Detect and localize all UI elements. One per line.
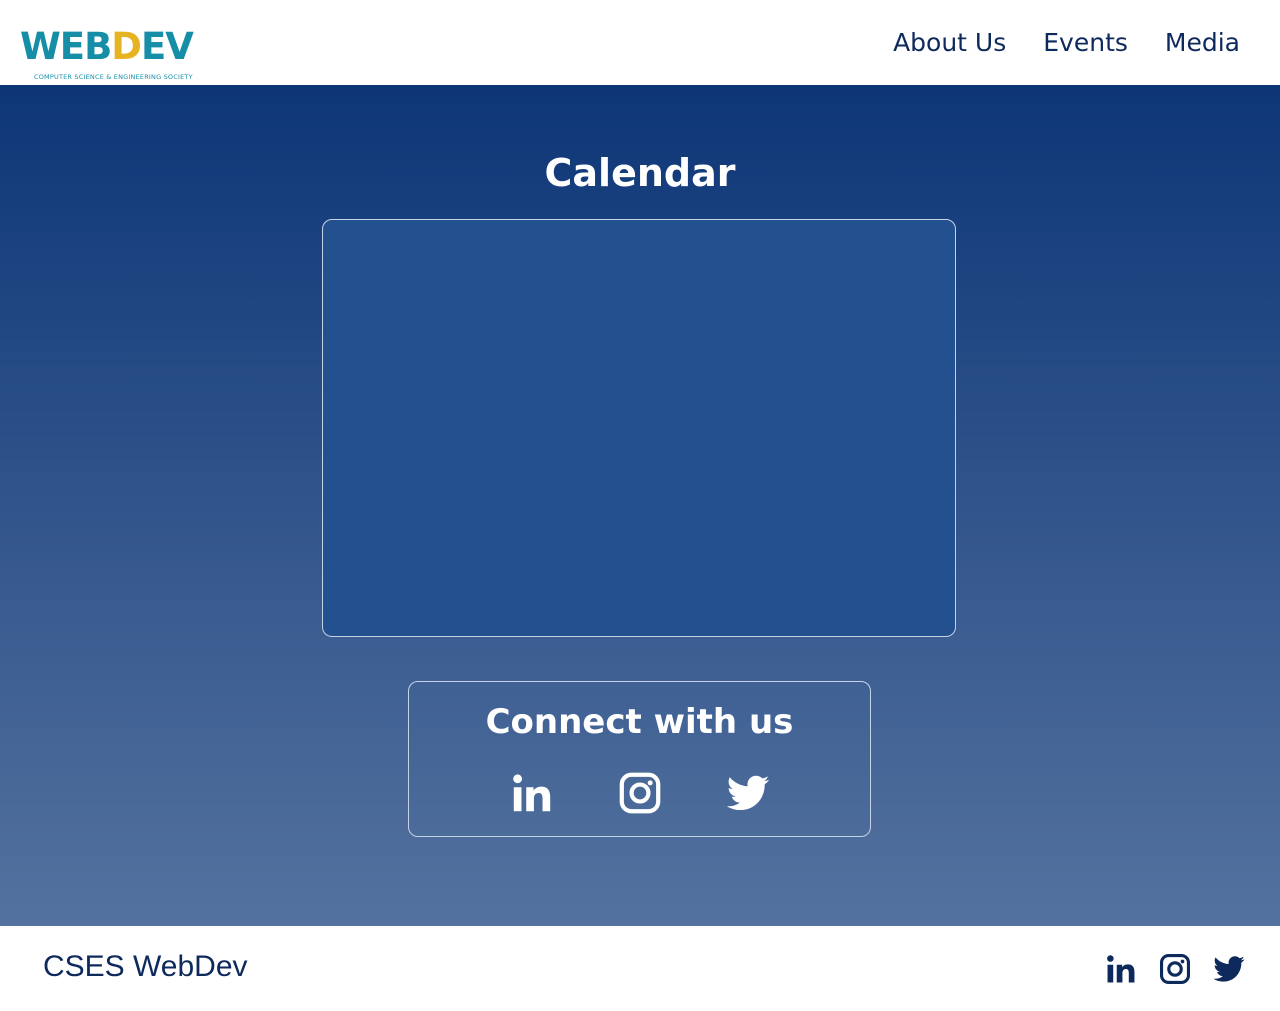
instagram-icon[interactable] bbox=[1158, 952, 1192, 986]
footer-brand: CSES WebDev bbox=[43, 950, 248, 983]
logo-wordmark: WEBDEV bbox=[20, 24, 194, 68]
twitter-icon[interactable] bbox=[1212, 952, 1246, 986]
calendar-embed[interactable] bbox=[322, 219, 956, 637]
connect-card: Connect with us bbox=[408, 681, 871, 837]
connect-social-links bbox=[409, 770, 870, 816]
site-header: WEBDEV COMPUTER SCIENCE & ENGINEERING SO… bbox=[0, 0, 1280, 85]
logo-tagline: COMPUTER SCIENCE & ENGINEERING SOCIETY bbox=[34, 72, 193, 81]
footer-social-links bbox=[1104, 952, 1246, 986]
nav-events[interactable]: Events bbox=[1043, 28, 1128, 57]
main-content: Calendar Connect with us bbox=[0, 85, 1280, 926]
webdev-logo[interactable]: WEBDEV COMPUTER SCIENCE & ENGINEERING SO… bbox=[20, 18, 220, 81]
linkedin-icon[interactable] bbox=[1104, 952, 1138, 986]
nav-media[interactable]: Media bbox=[1165, 28, 1240, 57]
instagram-icon[interactable] bbox=[617, 770, 663, 816]
calendar-title: Calendar bbox=[544, 151, 736, 195]
nav-about-us[interactable]: About Us bbox=[893, 28, 1006, 57]
twitter-icon[interactable] bbox=[725, 770, 771, 816]
linkedin-icon[interactable] bbox=[509, 770, 555, 816]
main-nav: About Us Events Media bbox=[893, 28, 1240, 57]
connect-title: Connect with us bbox=[485, 702, 794, 742]
site-footer: CSES WebDev bbox=[0, 926, 1280, 1011]
